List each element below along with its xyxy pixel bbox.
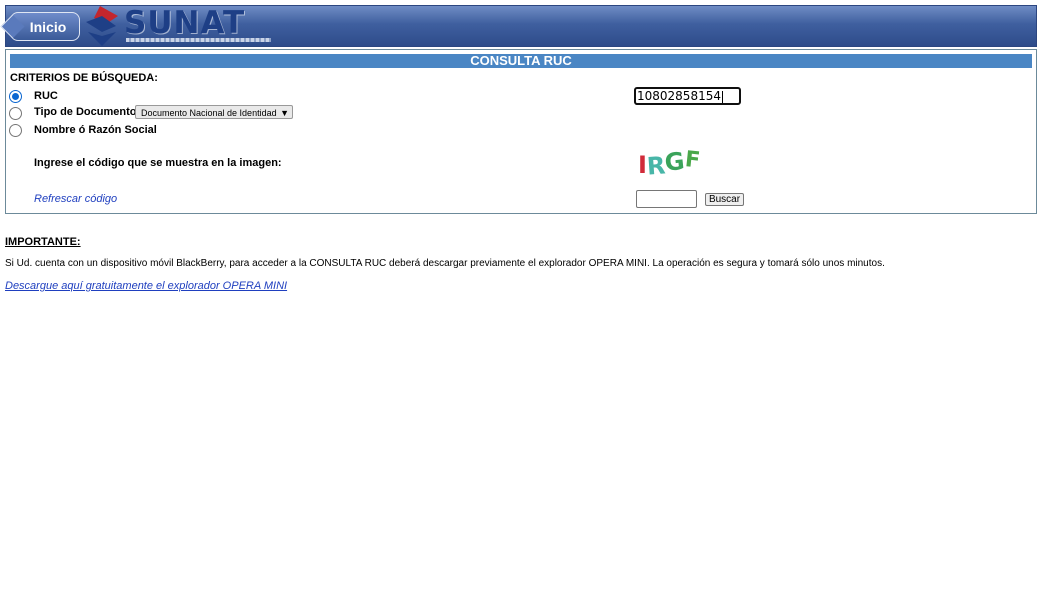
option-ruc-label: RUC: [34, 90, 58, 102]
option-nombre-label: Nombre ó Razón Social: [34, 124, 157, 136]
inicio-back-button[interactable]: Inicio: [10, 12, 80, 41]
radio-tipo-documento[interactable]: [9, 107, 22, 120]
sunat-logo-text: SUNAT: [124, 5, 246, 41]
consulta-ruc-panel: CONSULTA RUC CRITERIOS DE BÚSQUEDA: RUC …: [5, 49, 1037, 214]
ruc-input[interactable]: 10802858154: [634, 87, 741, 105]
consulta-title: CONSULTA RUC: [10, 54, 1032, 68]
sunat-logo: SUNAT: [82, 6, 272, 46]
radio-ruc[interactable]: [9, 90, 22, 103]
logo-tagline-decoration: [126, 38, 271, 42]
svg-text:G: G: [663, 147, 686, 177]
tipo-documento-selected: Documento Nacional de Identidad: [141, 108, 277, 118]
option-tipo-documento-label: Tipo de Documento: [34, 106, 137, 118]
captcha-code-input[interactable]: [636, 190, 697, 208]
captcha-prompt: Ingrese el código que se muestra en la i…: [34, 157, 282, 169]
svg-text:F: F: [684, 147, 702, 173]
inicio-label: Inicio: [29, 18, 67, 35]
sunat-s-logo-icon: [86, 6, 118, 46]
opera-mini-download-link[interactable]: Descargue aquí gratuitamente el explorad…: [5, 280, 287, 292]
chevron-down-icon: ▼: [280, 108, 289, 118]
captcha-image: I R G F: [638, 147, 702, 177]
criterios-label: CRITERIOS DE BÚSQUEDA:: [10, 72, 158, 84]
tipo-documento-select[interactable]: Documento Nacional de Identidad ▼: [135, 105, 293, 119]
importante-heading: IMPORTANTE:: [5, 236, 81, 248]
blackberry-info-text: Si Ud. cuenta con un dispositivo móvil B…: [5, 258, 885, 269]
refrescar-codigo-link[interactable]: Refrescar código: [34, 193, 117, 205]
radio-nombre-razon-social[interactable]: [9, 124, 22, 137]
top-header-bar: Inicio SUNAT: [5, 5, 1037, 47]
ruc-input-value: 10802858154: [637, 89, 721, 103]
buscar-button[interactable]: Buscar: [705, 193, 744, 206]
